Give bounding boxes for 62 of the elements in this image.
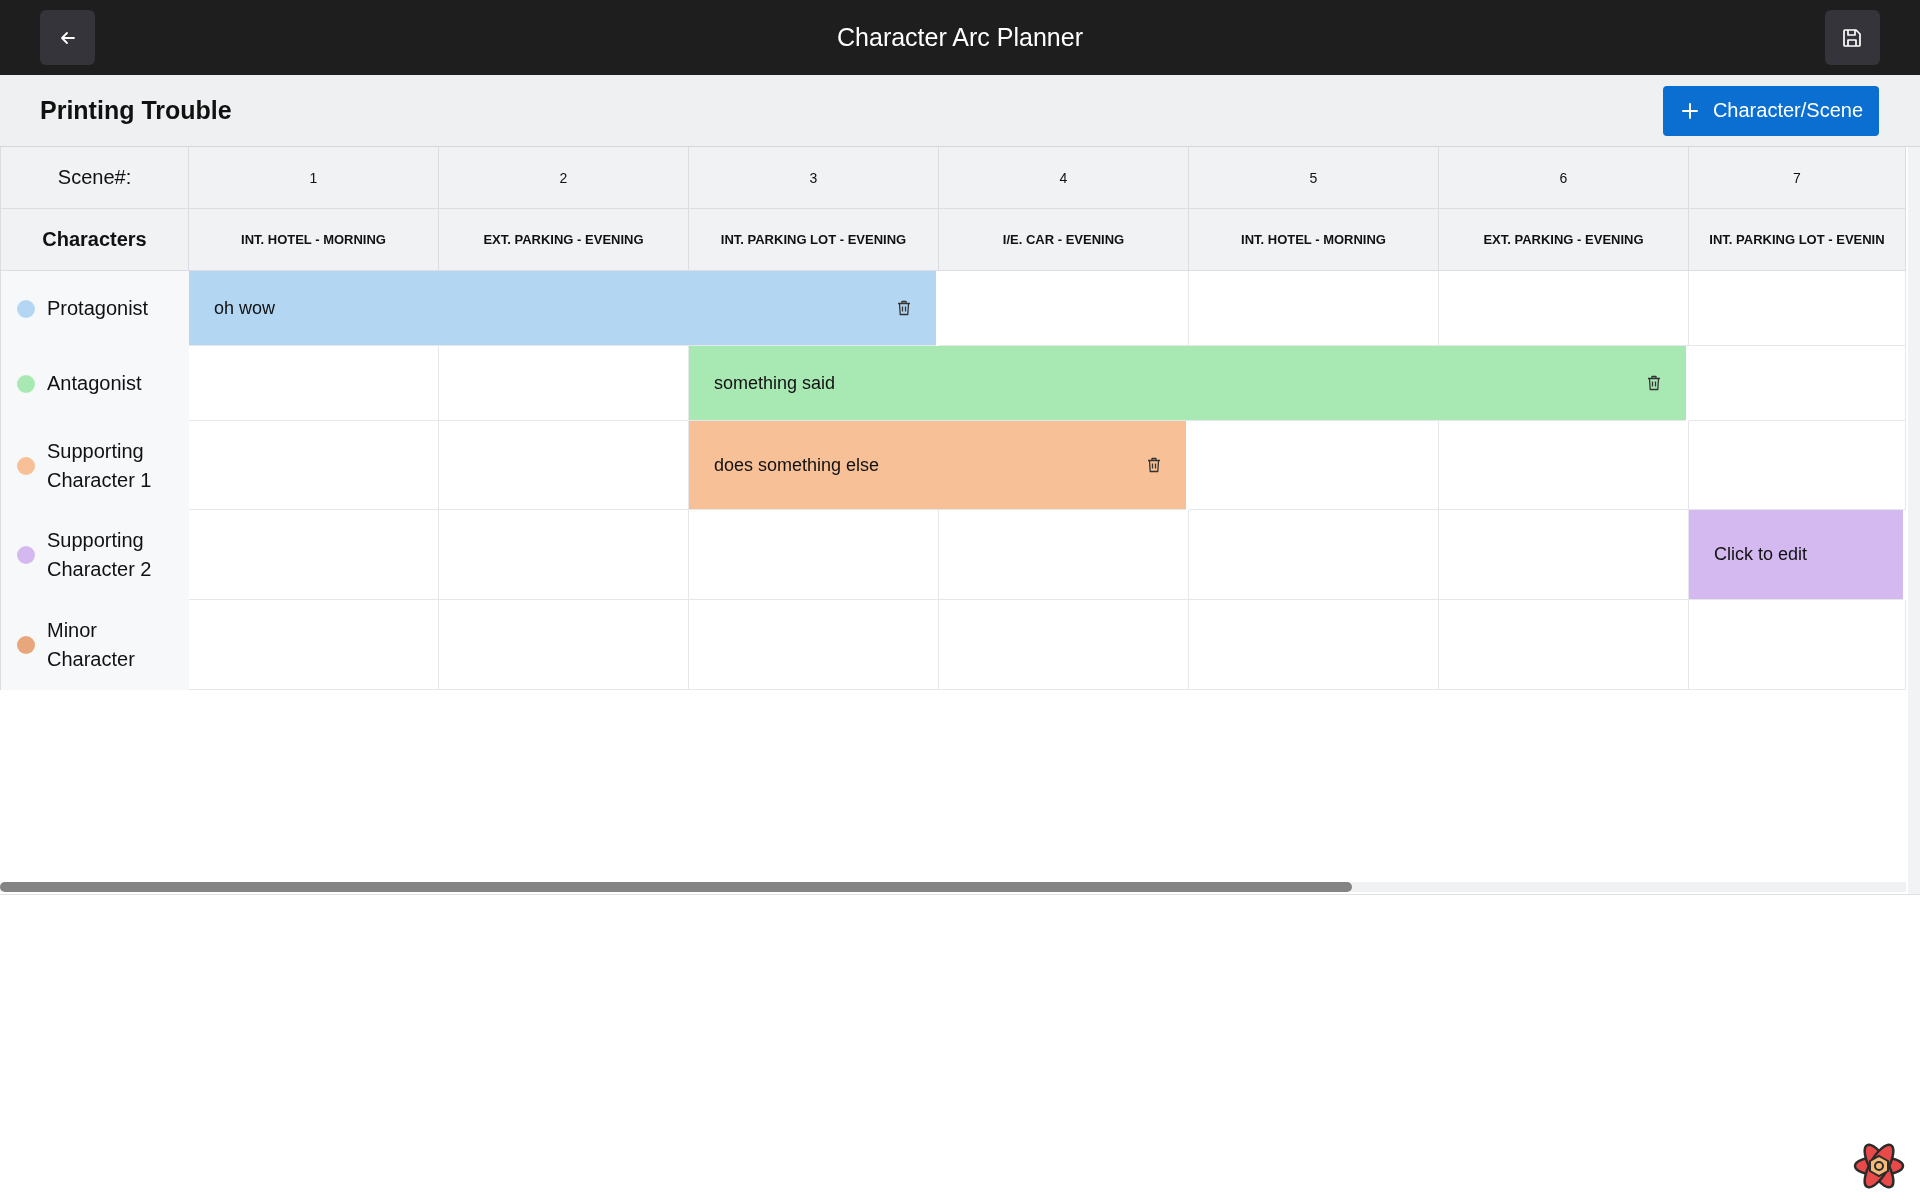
- empty-cell[interactable]: [439, 600, 689, 690]
- scene-heading[interactable]: EXT. PARKING - EVENING: [1439, 209, 1689, 271]
- arc-text: something said: [714, 372, 836, 394]
- scene-number-header: Scene#:: [0, 147, 189, 209]
- empty-cell[interactable]: [1189, 421, 1439, 510]
- back-button[interactable]: [40, 10, 95, 65]
- trash-icon[interactable]: [897, 300, 911, 316]
- empty-cell[interactable]: [1439, 421, 1689, 510]
- characters-header: Characters: [0, 209, 189, 271]
- scene-heading[interactable]: INT. HOTEL - MORNING: [1189, 209, 1439, 271]
- scene-number: 6: [1439, 147, 1689, 209]
- scene-heading[interactable]: EXT. PARKING - EVENING: [439, 209, 689, 271]
- character-name: Minor Character: [47, 618, 136, 672]
- arc-text: oh wow: [214, 297, 276, 319]
- trash-icon[interactable]: [1647, 375, 1661, 391]
- trash-icon[interactable]: [1147, 457, 1161, 473]
- empty-cell[interactable]: [439, 510, 689, 600]
- scene-heading[interactable]: I/E. CAR - EVENING: [939, 209, 1189, 271]
- scene-number: 2: [439, 147, 689, 209]
- character-name: Antagonist: [47, 371, 142, 396]
- empty-cell[interactable]: [939, 600, 1189, 690]
- save-button[interactable]: [1825, 10, 1880, 65]
- arc-bar[interactable]: something said: [689, 346, 1686, 421]
- arc-text: does something else: [714, 454, 880, 476]
- arc-bar[interactable]: Click to edit: [1689, 510, 1903, 600]
- scene-number: 4: [939, 147, 1189, 209]
- scene-heading[interactable]: INT. PARKING LOT - EVENIN: [1689, 209, 1906, 271]
- character-name-cell[interactable]: Minor Character: [0, 600, 189, 690]
- plus-icon: [1680, 101, 1699, 120]
- scrollbar-thumb[interactable]: [0, 882, 1352, 892]
- scene-number: 1: [189, 147, 439, 209]
- scene-number: 3: [689, 147, 939, 209]
- story-title: Printing Trouble: [40, 96, 232, 125]
- character-name-cell[interactable]: Supporting Character 1: [0, 421, 189, 510]
- empty-cell[interactable]: [1189, 600, 1439, 690]
- empty-cell[interactable]: [1189, 510, 1439, 600]
- arc-bar[interactable]: oh wow: [189, 271, 936, 346]
- scene-heading[interactable]: INT. HOTEL - MORNING: [189, 209, 439, 271]
- character-name: Protagonist: [47, 296, 149, 321]
- arc-text: Click to edit: [1714, 544, 1808, 565]
- save-icon: [1841, 26, 1864, 49]
- scene-heading[interactable]: INT. PARKING LOT - EVENING: [689, 209, 939, 271]
- character-name-cell[interactable]: Antagonist: [0, 346, 189, 421]
- character-name-cell[interactable]: Protagonist: [0, 271, 189, 346]
- scene-number: 7: [1689, 147, 1906, 209]
- empty-cell[interactable]: [689, 510, 939, 600]
- empty-cell[interactable]: [689, 600, 939, 690]
- empty-cell[interactable]: [1689, 346, 1906, 421]
- arc-bar[interactable]: does something else: [689, 421, 1186, 510]
- empty-cell[interactable]: [1689, 600, 1906, 690]
- empty-cell[interactable]: [939, 510, 1189, 600]
- scene-number: 5: [1189, 147, 1439, 209]
- character-name-cell[interactable]: Supporting Character 2: [0, 510, 189, 600]
- app-title: Character Arc Planner: [837, 23, 1083, 52]
- empty-cell[interactable]: [1689, 271, 1906, 346]
- vertical-scrollbar[interactable]: [1908, 147, 1920, 894]
- empty-cell[interactable]: [1439, 600, 1689, 690]
- character-name: Supporting Character 1: [47, 438, 153, 493]
- character-name: Supporting Character 2: [47, 528, 153, 582]
- atom-logo-icon: [1853, 1142, 1905, 1190]
- add-character-scene-button[interactable]: Character/Scene: [1662, 85, 1879, 136]
- horizontal-scrollbar[interactable]: [0, 882, 1906, 892]
